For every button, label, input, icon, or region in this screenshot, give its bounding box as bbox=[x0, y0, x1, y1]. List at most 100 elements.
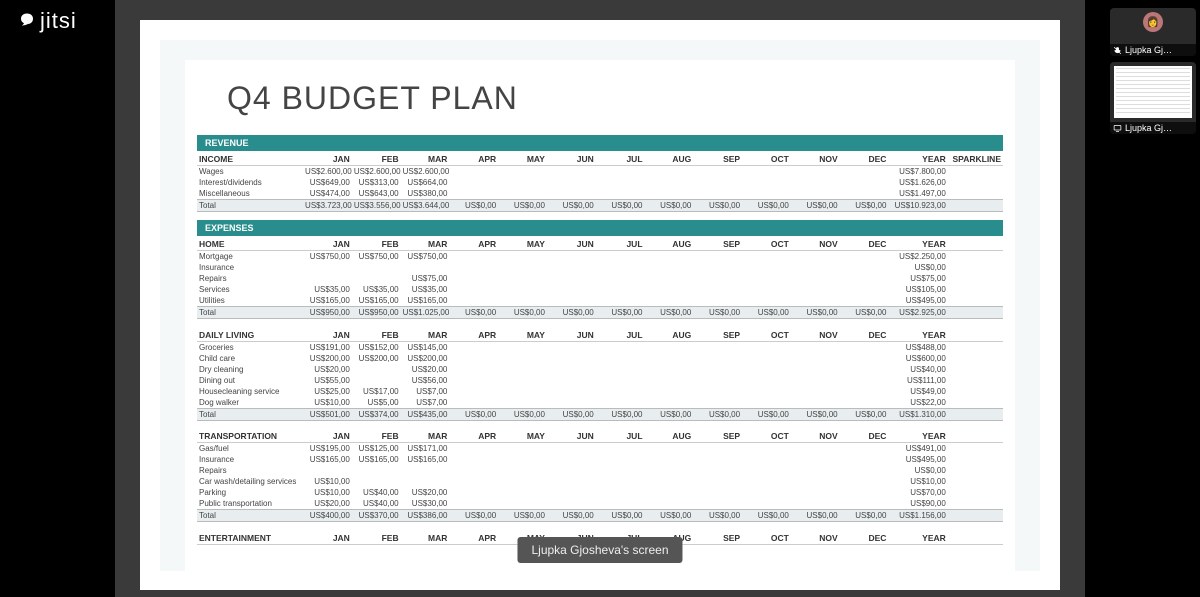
shared-screen-view[interactable]: Q4 BUDGET PLAN REVENUEINCOMEJANFEBMARAPR… bbox=[140, 20, 1060, 590]
cell: US$380,00 bbox=[401, 188, 450, 200]
month-header: MAY bbox=[498, 151, 547, 166]
cell: US$0,00 bbox=[596, 408, 645, 420]
cell bbox=[303, 262, 352, 273]
year-header: YEAR bbox=[888, 530, 947, 545]
month-header: JAN bbox=[303, 151, 352, 166]
cell: US$191,00 bbox=[303, 341, 352, 353]
cell bbox=[401, 262, 450, 273]
month-header: JUN bbox=[547, 151, 596, 166]
cell bbox=[693, 177, 742, 188]
row-label: Total bbox=[197, 408, 303, 420]
cell: US$435,00 bbox=[401, 408, 450, 420]
cell bbox=[645, 273, 694, 284]
presenter-label: Ljupka Gjosheva's screen bbox=[517, 537, 682, 563]
participant-tile-screenshare[interactable]: Ljupka Gj… bbox=[1110, 62, 1196, 134]
table-row: WagesUS$2.600,00US$2.600,00US$2.600,00US… bbox=[197, 166, 1003, 178]
cell bbox=[596, 397, 645, 409]
total-row: TotalUS$501,00US$374,00US$435,00 US$0,00 U… bbox=[197, 408, 1003, 420]
cell: US$165,00 bbox=[401, 295, 450, 307]
cell bbox=[840, 375, 889, 386]
cell: US$3.644,00 bbox=[401, 200, 450, 212]
category-header-row: HOMEJANFEBMARAPRMAYJUNJULAUGSEPOCTNOVDEC… bbox=[197, 236, 1003, 251]
cell bbox=[645, 284, 694, 295]
cell bbox=[645, 166, 694, 178]
cell bbox=[547, 443, 596, 455]
table-row: Dry cleaningUS$20,00US$20,00US$40,00 bbox=[197, 364, 1003, 375]
cell: US$0,00 bbox=[791, 200, 840, 212]
cell bbox=[742, 353, 791, 364]
month-header: MAY bbox=[498, 236, 547, 251]
cell: US$0,00 bbox=[742, 307, 791, 319]
cell bbox=[742, 177, 791, 188]
cell bbox=[693, 364, 742, 375]
month-header: NOV bbox=[791, 530, 840, 545]
participant-tile-camera[interactable]: 👩 Ljupka Gj… bbox=[1110, 8, 1196, 56]
month-header: SEP bbox=[693, 428, 742, 443]
cell bbox=[645, 188, 694, 200]
table-row: ParkingUS$10,00US$40,00US$20,00US$70,00 bbox=[197, 487, 1003, 498]
sparkline-header bbox=[948, 236, 1003, 251]
cell: US$374,00 bbox=[352, 408, 401, 420]
cell: US$0,00 bbox=[449, 200, 498, 212]
cell bbox=[840, 251, 889, 263]
table-row: UtilitiesUS$165,00US$165,00US$165,00US$4… bbox=[197, 295, 1003, 307]
month-header: MAR bbox=[401, 151, 450, 166]
table-row: RepairsUS$0,00 bbox=[197, 465, 1003, 476]
cell bbox=[596, 273, 645, 284]
avatar: 👩 bbox=[1143, 12, 1163, 32]
cell bbox=[498, 341, 547, 353]
cell: US$20,00 bbox=[303, 364, 352, 375]
month-header: OCT bbox=[742, 236, 791, 251]
cell bbox=[498, 284, 547, 295]
table-row: MiscellaneousUS$474,00US$643,00US$380,00… bbox=[197, 188, 1003, 200]
cell bbox=[498, 251, 547, 263]
row-label: Utilities bbox=[197, 295, 303, 307]
cell bbox=[742, 284, 791, 295]
cell: US$501,00 bbox=[303, 408, 352, 420]
total-row: TotalUS$950,00US$950,00US$1.025,00US$0,0… bbox=[197, 307, 1003, 319]
year-header: YEAR bbox=[888, 428, 947, 443]
month-header: JUL bbox=[596, 327, 645, 342]
cell: US$75,00 bbox=[401, 273, 450, 284]
row-label: Repairs bbox=[197, 273, 303, 284]
cell: US$1.025,00 bbox=[401, 307, 450, 319]
cell bbox=[791, 375, 840, 386]
table-row: Housecleaning serviceUS$25,00US$17,00US$… bbox=[197, 386, 1003, 397]
cell: US$750,00 bbox=[401, 251, 450, 263]
year-cell: US$1.156,00 bbox=[888, 510, 947, 522]
cell bbox=[449, 177, 498, 188]
table-row: InsuranceUS$0,00 bbox=[197, 262, 1003, 273]
cell bbox=[303, 273, 352, 284]
cell bbox=[840, 476, 889, 487]
section-band: REVENUE bbox=[197, 135, 1003, 151]
cell: US$0,00 bbox=[840, 307, 889, 319]
cell bbox=[742, 476, 791, 487]
month-header: SEP bbox=[693, 151, 742, 166]
cell bbox=[547, 251, 596, 263]
month-header: APR bbox=[449, 428, 498, 443]
cell bbox=[498, 443, 547, 455]
cell: US$200,00 bbox=[401, 353, 450, 364]
cell bbox=[352, 262, 401, 273]
cell bbox=[840, 262, 889, 273]
month-header: JAN bbox=[303, 236, 352, 251]
cell: US$2.600,00 bbox=[401, 166, 450, 178]
year-cell: US$2.250,00 bbox=[888, 251, 947, 263]
cell: US$0,00 bbox=[840, 408, 889, 420]
cell bbox=[449, 353, 498, 364]
month-header: JUN bbox=[547, 327, 596, 342]
cell bbox=[742, 375, 791, 386]
cell bbox=[352, 476, 401, 487]
row-label: Parking bbox=[197, 487, 303, 498]
screen-share-icon bbox=[1113, 124, 1122, 133]
cell: US$0,00 bbox=[547, 510, 596, 522]
cell bbox=[547, 284, 596, 295]
sparkline-header bbox=[948, 530, 1003, 545]
cell bbox=[352, 375, 401, 386]
cell bbox=[840, 465, 889, 476]
cell bbox=[449, 284, 498, 295]
row-label: Dining out bbox=[197, 375, 303, 386]
row-label: Wages bbox=[197, 166, 303, 178]
cell bbox=[693, 295, 742, 307]
month-header: APR bbox=[449, 151, 498, 166]
